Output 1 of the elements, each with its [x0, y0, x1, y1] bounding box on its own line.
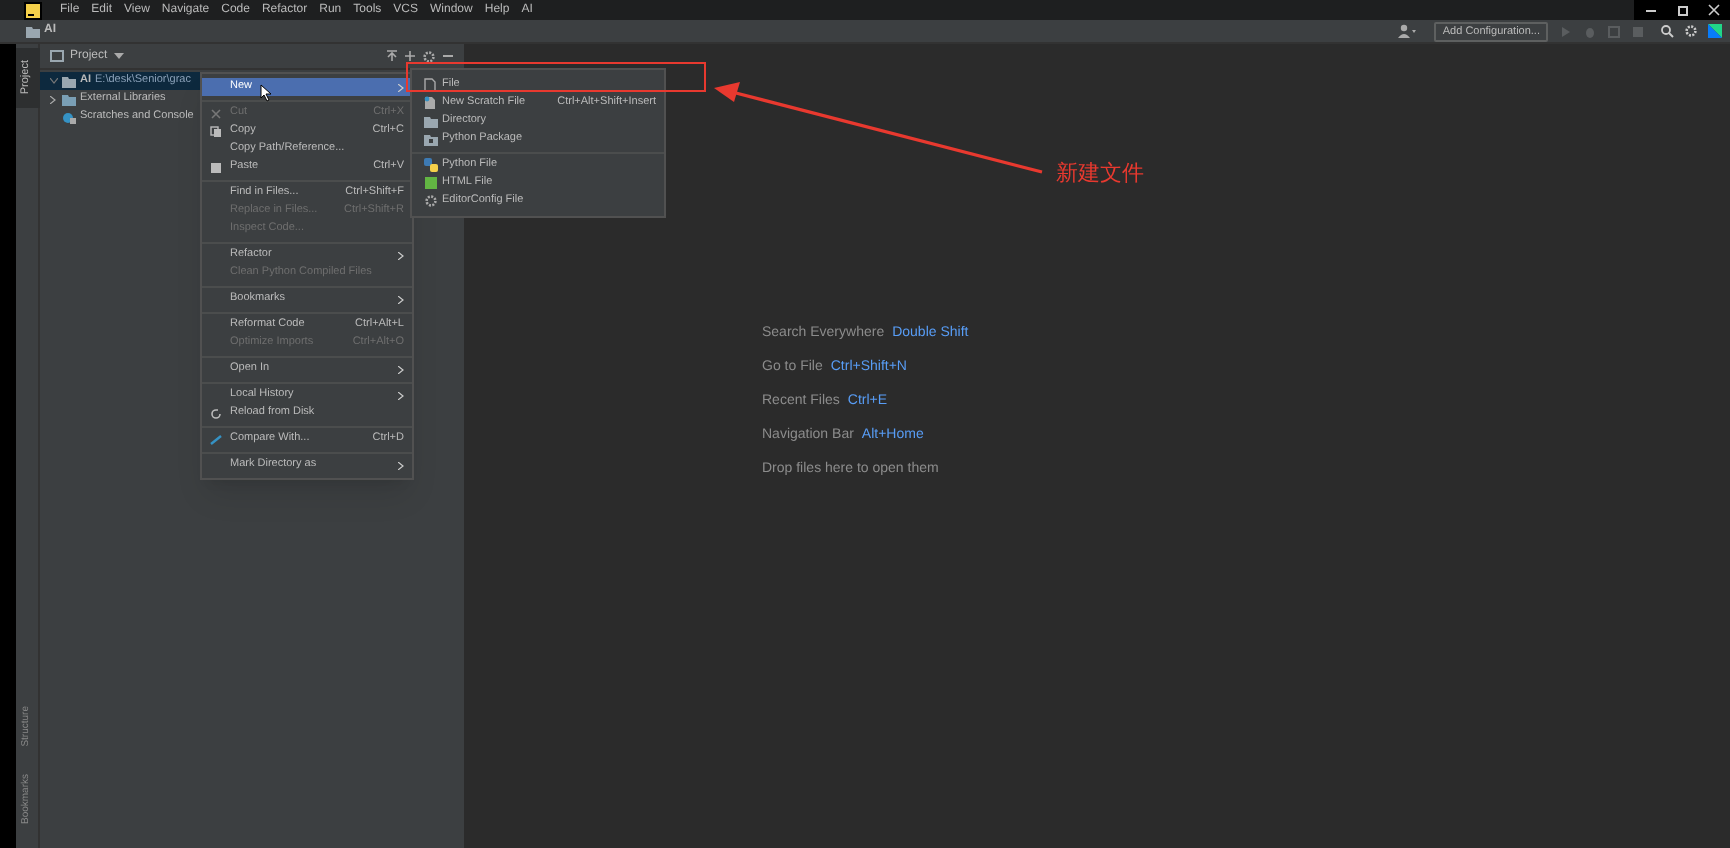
- annotation-text: 新建文件: [1056, 159, 1144, 190]
